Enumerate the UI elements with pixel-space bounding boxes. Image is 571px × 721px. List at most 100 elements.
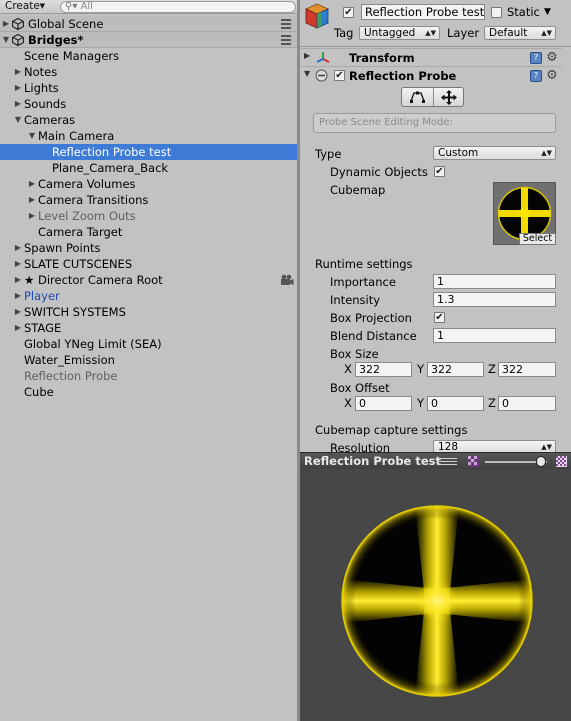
- hierarchy-item[interactable]: ▶ Player: [0, 288, 297, 304]
- gear-icon[interactable]: ⚙: [545, 69, 559, 83]
- collapse-arrow-icon[interactable]: ▶: [27, 192, 37, 208]
- static-dropdown-arrow-icon[interactable]: ▼: [544, 4, 551, 20]
- edit-bounds-icon: [410, 91, 425, 103]
- hierarchy-item[interactable]: Camera Target: [0, 224, 297, 240]
- collapse-arrow-icon[interactable]: ▶: [13, 64, 23, 80]
- scene-menu-icon[interactable]: [281, 35, 291, 45]
- hierarchy-item-label: Reflection Probe test: [52, 145, 172, 159]
- importance-field[interactable]: 1: [433, 274, 556, 289]
- static-checkbox[interactable]: [491, 7, 502, 18]
- transform-component-header[interactable]: ▶ Transform ? ⚙: [300, 48, 562, 66]
- importance-label: Importance: [330, 275, 396, 289]
- hierarchy-item[interactable]: Water_Emission: [0, 352, 297, 368]
- reflection-probe-component-header[interactable]: ▼ ✔ Reflection Probe ? ⚙: [300, 66, 562, 84]
- scene-row[interactable]: ▶ Global Scene: [0, 16, 297, 32]
- exposure-slider-thumb[interactable]: [535, 456, 546, 467]
- box-size-y-label: Y: [417, 362, 425, 376]
- hierarchy-item-label: Notes: [24, 65, 58, 79]
- dynamic-objects-label: Dynamic Objects: [330, 165, 428, 179]
- probe-enabled-checkbox[interactable]: ✔: [334, 70, 345, 81]
- hierarchy-item-label: Plane_Camera_Back: [52, 161, 169, 175]
- cubemap-select-button[interactable]: Select: [519, 233, 556, 245]
- chevron-updown-icon: ▲▼: [541, 149, 552, 157]
- hierarchy-item[interactable]: Reflection Probe: [0, 368, 297, 384]
- hierarchy-item[interactable]: Cube: [0, 384, 297, 400]
- hierarchy-item[interactable]: ▶ Notes: [0, 64, 297, 80]
- box-size-label: Box Size: [330, 347, 379, 361]
- type-dropdown[interactable]: Custom ▲▼: [433, 146, 556, 160]
- intensity-field[interactable]: 1.3: [433, 292, 556, 307]
- expand-arrow-icon[interactable]: ▼: [13, 112, 23, 128]
- hierarchy-item[interactable]: Reflection Probe test: [0, 144, 297, 160]
- expand-arrow-icon[interactable]: ▼: [1, 32, 11, 48]
- collapse-arrow-icon[interactable]: ▶: [13, 256, 23, 272]
- hierarchy-item-label: STAGE: [24, 321, 62, 335]
- help-icon[interactable]: ?: [530, 70, 542, 82]
- blend-distance-field[interactable]: 1: [433, 328, 556, 343]
- box-offset-y-field[interactable]: 0: [427, 396, 484, 411]
- hierarchy-item[interactable]: ▶ Lights: [0, 80, 297, 96]
- hierarchy-item[interactable]: ▶ STAGE: [0, 320, 297, 336]
- hierarchy-item[interactable]: Scene Managers: [0, 48, 297, 64]
- box-projection-checkbox[interactable]: ✔: [434, 312, 445, 323]
- gear-icon[interactable]: ⚙: [545, 51, 559, 65]
- hierarchy-item[interactable]: ▶ SLATE CUTSCENES: [0, 256, 297, 272]
- tag-dropdown[interactable]: Untagged ▲▼: [359, 26, 440, 40]
- cubemap-label: Cubemap: [330, 183, 386, 197]
- hierarchy-item[interactable]: ▶ Spawn Points: [0, 240, 297, 256]
- box-offset-z-field[interactable]: 0: [498, 396, 556, 411]
- hierarchy-panel: Create ▼ ⚲▾ All ▶ Global Scene ▼ Bridges* Sc…: [0, 0, 297, 721]
- scene-menu-icon[interactable]: [281, 19, 291, 29]
- dynamic-objects-checkbox[interactable]: ✔: [434, 166, 445, 177]
- collapse-arrow-icon[interactable]: ▶: [13, 240, 23, 256]
- hierarchy-search-input[interactable]: ⚲▾ All: [60, 1, 296, 13]
- hierarchy-item-label: Global Scene: [28, 17, 104, 31]
- resolution-dropdown[interactable]: 128 ▲▼: [433, 440, 556, 452]
- move-origin-button[interactable]: [434, 88, 465, 106]
- inspector-header: ✔ Reflection Probe test Static ▼ Tag Unt…: [300, 0, 571, 47]
- dropdown-arrow-icon: ▼: [39, 2, 45, 10]
- help-icon[interactable]: ?: [530, 52, 542, 64]
- hierarchy-item[interactable]: ▶ SWITCH SYSTEMS: [0, 304, 297, 320]
- probe-edit-mode-buttons: [401, 87, 464, 107]
- preview-header[interactable]: Reflection Probe test: [300, 452, 571, 469]
- drag-handle-icon[interactable]: [439, 458, 457, 465]
- box-size-x-field[interactable]: 322: [355, 362, 412, 377]
- expand-arrow-icon[interactable]: ▼: [27, 128, 37, 144]
- collapse-arrow-icon[interactable]: ▶: [27, 208, 37, 224]
- hierarchy-item[interactable]: Plane_Camera_Back: [0, 160, 297, 176]
- reflection-probe-icon: [315, 69, 328, 82]
- box-offset-x-label: X: [344, 396, 352, 410]
- collapse-arrow-icon[interactable]: ▶: [27, 176, 37, 192]
- collapse-arrow-icon[interactable]: ▶: [13, 272, 23, 288]
- hierarchy-item[interactable]: ▶ Camera Volumes: [0, 176, 297, 192]
- collapse-arrow-icon[interactable]: ▶: [1, 16, 11, 32]
- box-projection-label: Box Projection: [330, 311, 412, 325]
- hierarchy-item[interactable]: Global YNeg Limit (SEA): [0, 336, 297, 352]
- expand-arrow-icon[interactable]: ▼: [304, 69, 310, 78]
- box-size-y-field[interactable]: 322: [427, 362, 484, 377]
- probe-preview-area[interactable]: [300, 469, 571, 721]
- collapse-arrow-icon[interactable]: ▶: [13, 80, 23, 96]
- active-checkbox[interactable]: ✔: [343, 7, 354, 18]
- collapse-arrow-icon[interactable]: ▶: [13, 304, 23, 320]
- hierarchy-item[interactable]: ▶ Camera Transitions: [0, 192, 297, 208]
- edit-bounds-button[interactable]: [402, 88, 433, 106]
- hierarchy-item[interactable]: ▼ Main Camera: [0, 128, 297, 144]
- hierarchy-item[interactable]: ▶ Sounds: [0, 96, 297, 112]
- transform-axes-icon: [316, 52, 330, 63]
- hierarchy-item[interactable]: ▶ Level Zoom Outs: [0, 208, 297, 224]
- collapse-arrow-icon[interactable]: ▶: [13, 320, 23, 336]
- create-dropdown-button[interactable]: Create ▼: [1, 0, 49, 13]
- collapse-arrow-icon[interactable]: ▶: [13, 96, 23, 112]
- collapse-arrow-icon[interactable]: ▶: [304, 51, 310, 60]
- intensity-label: Intensity: [330, 293, 381, 307]
- box-offset-x-field[interactable]: 0: [355, 396, 412, 411]
- layer-dropdown[interactable]: Default ▲▼: [484, 26, 556, 40]
- hierarchy-item[interactable]: ▼ Cameras: [0, 112, 297, 128]
- object-name-field[interactable]: Reflection Probe test: [361, 4, 485, 20]
- box-size-z-field[interactable]: 322: [498, 362, 556, 377]
- collapse-arrow-icon[interactable]: ▶: [13, 288, 23, 304]
- scene-row[interactable]: ▼ Bridges*: [0, 32, 297, 48]
- hierarchy-item[interactable]: ▶ ★ Director Camera Root: [0, 272, 297, 288]
